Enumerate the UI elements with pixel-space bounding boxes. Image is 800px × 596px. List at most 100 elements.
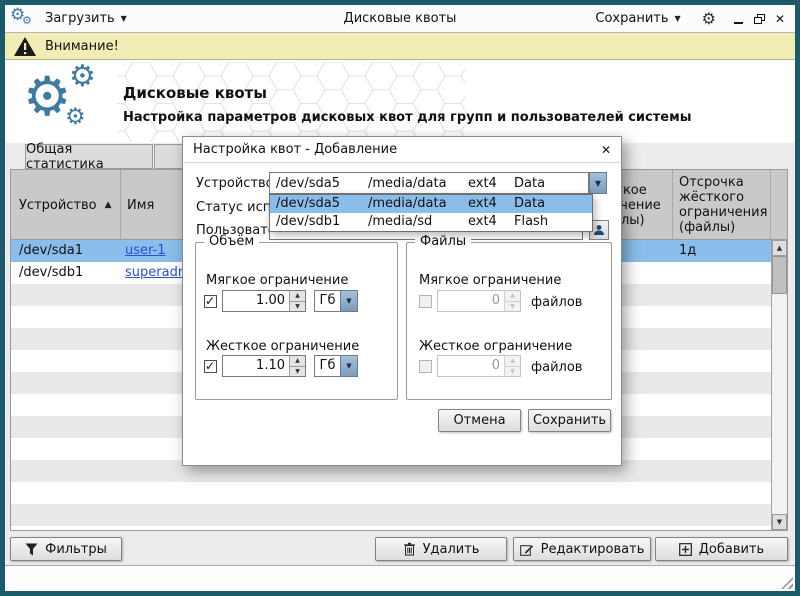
edit-label: Редактировать [541,542,645,557]
tab-general-statistics[interactable]: Общая статистика [25,144,153,169]
gear-icon: ⚙ [65,106,86,129]
spinner-buttons: ▲▼ [504,356,520,376]
load-menu-button[interactable]: Загрузить ▼ [37,8,135,29]
spin-up-icon: ▲ [290,291,305,302]
chevron-down-icon: ▼ [121,14,127,23]
delete-button[interactable]: Удалить [375,537,507,561]
dropdown-option[interactable]: /dev/sdb1 /media/sd ext4 Flash [270,213,592,231]
check-icon: ✓ [205,294,215,308]
cell-device: /dev/sdb1 [19,262,117,284]
filters-label: Фильтры [45,542,107,557]
close-button[interactable]: ✕ [771,10,789,28]
spinner-buttons[interactable]: ▲▼ [289,356,305,376]
chevron-down-icon[interactable]: ▼ [340,355,358,377]
spin-down-icon: ▼ [505,302,520,312]
device-combo-dropdown-button[interactable]: ▼ [589,172,607,194]
soft-limit-files-value: 0 [438,291,504,311]
status-bar [5,565,795,591]
soft-limit-value-spinner[interactable]: 1.00 ▲▼ [222,290,306,312]
dialog-titlebar[interactable]: Настройка квот - Добавление ✕ [183,137,621,163]
sort-ascending-icon: ▲ [105,200,112,210]
hard-limit-checkbox[interactable]: ✓ [204,360,217,373]
save-button[interactable]: Сохранить [528,409,611,432]
page-title: Дисковые квоты [123,84,267,102]
device-label: Устройство: [196,176,278,191]
files-suffix-label: файлов [531,295,582,310]
cell-device: /dev/sda1 [19,240,117,262]
soft-limit-checkbox[interactable] [419,295,432,308]
page-header: ⚙ ⚙ ⚙ Дисковые квоты Настройка параметро… [5,60,795,143]
dialog-close-button[interactable]: ✕ [597,141,615,159]
tab-label: Общая статистика [26,142,152,172]
add-button[interactable]: Добавить [655,537,788,561]
hexagon-pattern-decoration [117,62,465,142]
maximize-button[interactable] [750,10,768,28]
trash-icon [403,542,416,556]
device-combobox[interactable]: /dev/sda5 /media/data ext4 Data [269,172,589,194]
soft-limit-checkbox[interactable]: ✓ [204,295,217,308]
hard-limit-files-value: 0 [438,356,504,376]
cancel-label: Отмена [453,413,505,428]
load-menu-label: Загрузить [45,11,115,26]
filter-funnel-icon [25,543,38,556]
filters-button[interactable]: Фильтры [10,537,122,561]
titlebar-right-controls: Сохранить ▼ ⚙ ✕ [587,8,795,29]
hard-limit-value-spinner[interactable]: 1.10 ▲▼ [222,355,306,377]
device-dropdown-list: /dev/sda5 /media/data ext4 Data /dev/sdb… [269,194,593,232]
app-gears-icon: ⚙ ⚙ [9,6,37,32]
spinner-buttons: ▲▼ [504,291,520,311]
window-content: ⚙ ⚙ Загрузить ▼ Дисковые квоты Сохранить… [5,5,795,591]
files-suffix-label: файлов [531,360,582,375]
spin-up-icon: ▲ [505,356,520,367]
settings-gear-icon[interactable]: ⚙ [702,11,716,27]
unit-value: Гб [314,290,340,312]
hard-limit-label: Жесткое ограничение [206,339,359,354]
soft-limit-label: Мягкое ограничение [419,273,561,288]
files-group: Файлы Мягкое ограничение 0 ▲▼ файлов Жес… [406,242,612,400]
hard-limit-unit-combobox[interactable]: Гб ▼ [314,355,358,377]
soft-limit-value: 1.00 [223,291,289,311]
chevron-down-icon[interactable]: ▼ [340,290,358,312]
combo-mount: /media/data [368,176,468,191]
files-group-legend: Файлы [415,234,471,249]
dropdown-option-selected[interactable]: /dev/sda5 /media/data ext4 Data [270,195,592,213]
edit-button[interactable]: Редактировать [513,537,651,561]
resize-grip[interactable] [781,577,793,589]
page-subtitle: Настройка параметров дисковых квот для г… [123,110,691,125]
delete-label: Удалить [423,542,480,557]
warning-banner: Внимание! [5,33,795,60]
user-icon [593,224,605,236]
save-label: Сохранить [533,413,606,428]
spin-up-icon: ▲ [290,356,305,367]
spinner-buttons[interactable]: ▲▼ [289,291,305,311]
scroll-up-button[interactable]: ▲ [772,240,787,256]
column-header-stub [771,170,787,240]
volume-group-legend: Объём [204,234,259,249]
close-icon: ✕ [775,13,785,25]
minimize-icon [734,22,743,24]
check-icon: ✓ [205,359,215,373]
user-link[interactable]: superadmin [125,262,187,284]
soft-limit-unit-combobox[interactable]: Гб ▼ [314,290,358,312]
user-link[interactable]: user-1 [125,240,187,262]
column-header-grace-hard-files[interactable]: Отсрочка жёсткого ограничения (файлы) [673,170,771,240]
scroll-down-button[interactable]: ▼ [772,514,787,530]
spin-up-icon: ▲ [505,291,520,302]
cancel-button[interactable]: Отмена [438,409,521,432]
column-header-device[interactable]: Устройство ▲ [11,170,121,240]
dialog-title: Настройка квот - Добавление [193,142,397,157]
hard-limit-checkbox[interactable] [419,360,432,373]
save-menu-button[interactable]: Сохранить ▼ [587,8,688,29]
scroll-up-icon: ▲ [777,244,782,252]
volume-group: Объём Мягкое ограничение ✓ 1.00 ▲▼ Гб ▼ … [195,242,398,400]
hard-limit-files-spinner: 0 ▲▼ [437,355,521,377]
scroll-down-icon: ▼ [777,518,782,526]
scrollbar-thumb[interactable] [772,256,787,294]
quota-add-dialog: Настройка квот - Добавление ✕ Устройство… [182,136,622,466]
vertical-scrollbar[interactable]: ▲ ▼ [771,240,787,530]
spin-down-icon: ▼ [290,302,305,312]
combo-device: /dev/sda5 [276,176,368,191]
column-header-name[interactable]: Имя [121,170,183,240]
edit-pencil-icon [520,543,534,556]
minimize-button[interactable] [729,10,747,28]
